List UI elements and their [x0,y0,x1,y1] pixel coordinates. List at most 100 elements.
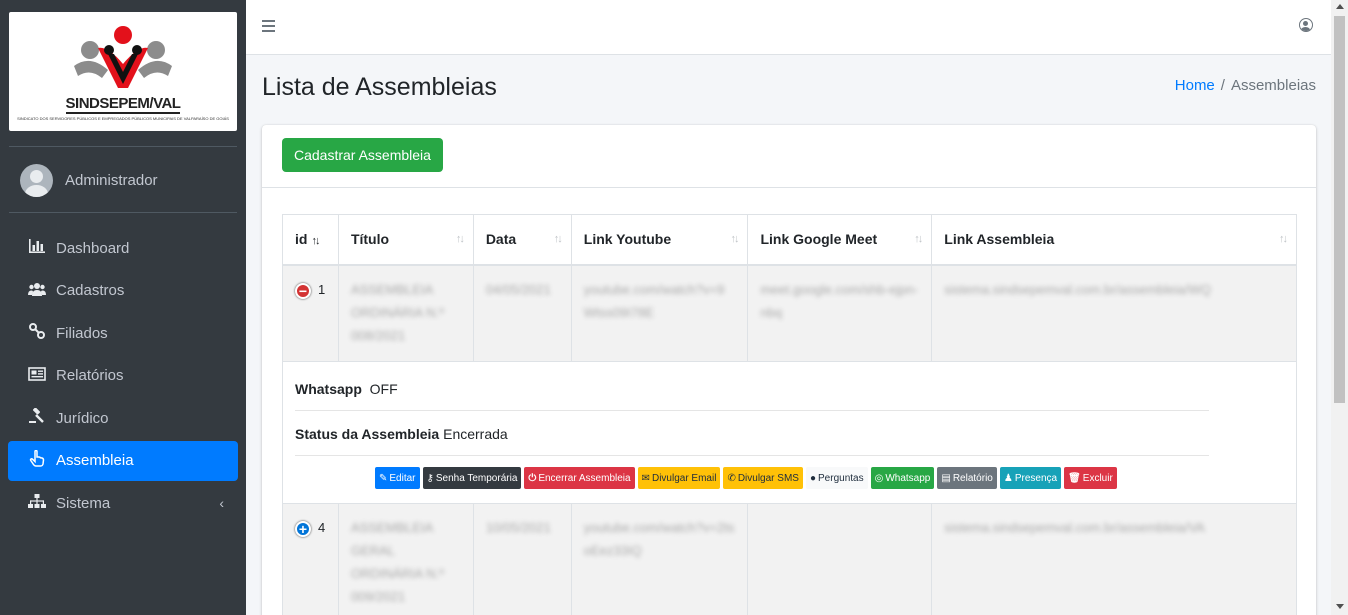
page-scrollbar[interactable] [1331,0,1348,615]
row-youtube-link[interactable]: youtube.com/watch?v=2tsoEez33IQ [584,520,735,558]
column-label: Título [350,231,390,248]
collapse-row-icon[interactable]: − [295,282,311,299]
row-data: 10/05/2021 [485,520,551,535]
row-details: Whatsapp OFF Status da Assembleia Encerr… [282,361,1297,504]
sidebar-item-cadastros[interactable]: Cadastros [8,271,238,311]
row-id: 1 [318,281,326,297]
cell-youtube: youtube.com/watch?v=2tsoEez33IQ [570,503,749,615]
row-titulo: ASSEMBLEIA GERAL ORDINÁRIA N.º 009/2021 [350,520,444,604]
row-data: 04/05/2021 [485,281,551,297]
sidebar-item-dashboard[interactable]: Dashboard [8,228,238,268]
sort-icon: ↑↓ [1279,233,1288,245]
menu-toggle-icon[interactable] [262,20,275,32]
column-header-id[interactable]: id ↑↓ [282,214,339,266]
row-assembleia-link[interactable]: sistema.sindsepemval.com.br/assembleia/W… [944,282,1211,297]
relatorio-button[interactable]: ▤ Relatório [937,467,997,489]
cell-meet: meet.google.com/shb-ejpn-nbq [747,264,933,362]
expand-row-icon[interactable]: + [295,521,311,537]
sidebar: SINDSEPEM/VAL SINDICATO DOS SERVIDORES P… [0,0,246,615]
column-label: Link Youtube [583,231,672,248]
senha-temporaria-button[interactable]: ⚷ Senha Temporária [422,467,522,489]
cell-assembleia: sistema.sindsepemval.com.br/assembleia/V… [931,503,1297,615]
sidebar-item-label: Cadastros [56,282,125,299]
encerrar-assembleia-button[interactable]: ⏻ Encerrar Assembleia [524,467,635,489]
whatsapp-button[interactable]: ◎ Whatsapp [870,467,935,489]
users-icon [26,282,48,300]
sidebar-item-relatorios[interactable]: Relatórios [8,356,238,396]
cell-titulo: ASSEMBLEIA GERAL ORDINÁRIA N.º 009/2021 [337,503,474,615]
hand-pointer-icon [26,449,48,471]
whatsapp-value: OFF [369,381,398,397]
whatsapp-icon: ◎ [874,472,884,484]
breadcrumb-home-link[interactable]: Home [1175,77,1215,94]
divulgar-sms-button[interactable]: ✆ Divulgar SMS [723,467,803,489]
column-header-titulo[interactable]: Título ↑↓ [337,214,474,266]
brand-name: SINDSEPEM/VAL [65,95,181,114]
button-label: Perguntas [818,472,864,484]
sort-icon: ↑↓ [553,233,563,245]
cadastrar-assembleia-button[interactable]: Cadastrar Assembleia [282,138,443,172]
column-header-link-assembleia[interactable]: Link Assembleia ↑↓ [931,214,1297,266]
row-id: 4 [318,520,326,535]
power-icon: ⏻ [528,472,537,484]
breadcrumb-current: Assembleias [1230,77,1316,94]
user-circle-icon[interactable] [1299,18,1313,32]
sidebar-divider [9,212,237,213]
perguntas-button[interactable]: ● Perguntas [805,467,868,489]
sidebar-item-juridico[interactable]: Jurídico [8,398,238,438]
row-meet-link[interactable]: meet.google.com/shb-ejpn-nbq [760,282,918,320]
button-label: Presença [1014,472,1058,484]
sort-icon: ↑↓ [914,233,923,245]
page-title: Lista de Assembleias [262,73,497,101]
user-icon: ♟ [1003,472,1013,484]
button-label: Senha Temporária [435,472,518,484]
cell-youtube: youtube.com/watch?v=9Wtss09I78E [570,264,749,362]
column-header-link-youtube[interactable]: Link Youtube ↑↓ [570,214,749,266]
column-header-data[interactable]: Data ↑↓ [472,214,572,266]
top-navbar [246,0,1331,55]
button-label: Whatsapp [885,472,931,484]
column-label: Link Assembleia [944,231,1055,248]
whatsapp-label: Whatsapp [295,381,362,397]
table-row: +4 ASSEMBLEIA GERAL ORDINÁRIA N.º 009/20… [282,503,1297,615]
assembleia-status-line: Status da Assembleia Encerrada [295,411,1209,456]
column-label: Link Google Meet [760,231,878,248]
column-header-link-google-meet[interactable]: Link Google Meet ↑↓ [747,214,933,266]
trash-icon: 🗑 [1068,472,1081,484]
chevron-left-icon: ‹ [219,495,224,511]
status-label: Status da Assembleia [295,426,440,442]
cell-data: 04/05/2021 [472,264,572,362]
sidebar-item-label: Jurídico [56,409,109,427]
row-assembleia-link[interactable]: sistema.sindsepemval.com.br/assembleia/V… [944,520,1205,535]
column-label: id [295,231,308,248]
sidebar-nav: Dashboard Cadastros Filiados Relatórios … [8,228,238,526]
scroll-thumb[interactable] [1334,16,1345,403]
excluir-button[interactable]: 🗑 Excluir [1064,467,1117,489]
presenca-button[interactable]: ♟ Presença [999,467,1062,489]
gavel-icon [26,407,48,428]
cell-meet [747,503,933,615]
comment-icon: ● [809,472,817,484]
sidebar-item-assembleia[interactable]: Assembleia [8,440,238,481]
scroll-down-arrow-icon[interactable] [1336,604,1344,609]
status-value: Encerrada [443,426,508,442]
row-youtube-link[interactable]: youtube.com/watch?v=9Wtss09I78E [584,282,725,320]
scroll-up-arrow-icon[interactable] [1336,4,1344,9]
key-icon: ⚷ [426,472,434,484]
pencil-icon: ✎ [379,472,388,484]
card-header: Cadastrar Assembleia [262,125,1316,188]
editar-button[interactable]: ✎ Editar [375,467,420,489]
sidebar-item-sistema[interactable]: Sistema ‹ [8,483,238,523]
sidebar-item-label: Dashboard [56,239,130,257]
sitemap-icon [26,494,48,512]
table-row: −1 ASSEMBLEIA ORDINÁRIA N.º 008/2021 04/… [282,264,1297,362]
assembleias-table: id ↑↓ Título ↑↓ Data ↑↓ Link Youtube ↑↓ Link… [282,214,1297,615]
brand-logo[interactable]: SINDSEPEM/VAL SINDICATO DOS SERVIDORES P… [9,12,237,131]
divulgar-email-button[interactable]: ✉ Divulgar Email [637,467,721,489]
row-titulo: ASSEMBLEIA ORDINÁRIA N.º 008/2021 [350,281,444,343]
sidebar-item-filiados[interactable]: Filiados [8,313,238,353]
sidebar-user[interactable]: Administrador [20,164,158,197]
breadcrumb: Home / Assembleias [1175,77,1316,94]
sidebar-item-label: Sistema [56,494,111,512]
breadcrumb-separator: / [1220,77,1225,94]
